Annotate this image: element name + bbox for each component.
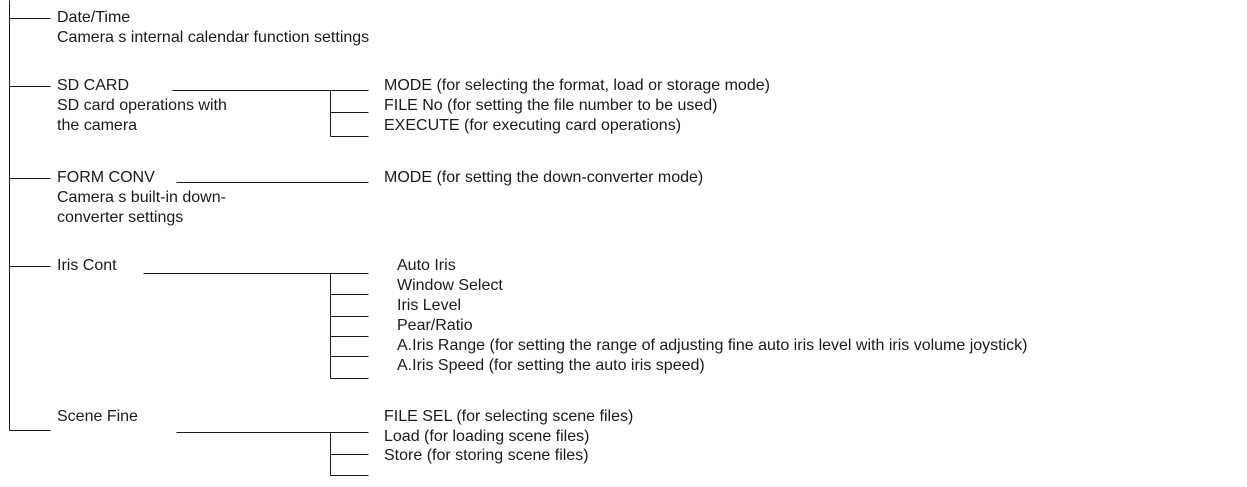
node-description-sd-card-line1: SD card operations with — [57, 97, 227, 114]
node-title-date-time: Date/Time — [57, 9, 131, 26]
iris-cont-item-window-select: Window Select — [397, 277, 503, 294]
sd-card-item-execute: EXECUTE (for executing card operations) — [384, 117, 682, 134]
node-title-iris-cont: Iris Cont — [57, 257, 117, 274]
node-description-date-time: Camera s internal calendar function sett… — [57, 29, 370, 46]
node-title-sd-card: SD CARD — [57, 77, 130, 94]
sd-card-item-mode: MODE (for selecting the format, load or … — [384, 77, 770, 94]
node-title-form-conv: FORM CONV — [57, 169, 155, 186]
node-title-scene-fine: Scene Fine — [57, 408, 138, 425]
sd-card-item-file-no: FILE No (for setting the file number to … — [384, 97, 718, 114]
node-description-form-conv-line2: converter settings — [57, 209, 184, 226]
iris-cont-item-auto-iris: Auto Iris — [397, 257, 456, 274]
menu-tree-diagram: Date/Time Camera s internal calendar fun… — [0, 0, 1247, 487]
node-description-sd-card-line2: the camera — [57, 117, 138, 134]
iris-cont-item-pear-ratio: Pear/Ratio — [397, 317, 473, 334]
form-conv-item-mode: MODE (for setting the down-converter mod… — [384, 169, 704, 186]
scene-fine-item-store: Store (for storing scene files) — [384, 447, 589, 464]
scene-fine-item-load: Load (for loading scene files) — [384, 428, 590, 445]
iris-cont-item-a-iris-speed: A.Iris Speed (for setting the auto iris … — [397, 357, 705, 374]
iris-cont-item-iris-level: Iris Level — [397, 297, 462, 314]
iris-cont-item-a-iris-range: A.Iris Range (for setting the range of a… — [397, 337, 1028, 354]
node-description-form-conv-line1: Camera s built-in down- — [57, 189, 226, 206]
scene-fine-item-file-sel: FILE SEL (for selecting scene files) — [384, 408, 634, 425]
